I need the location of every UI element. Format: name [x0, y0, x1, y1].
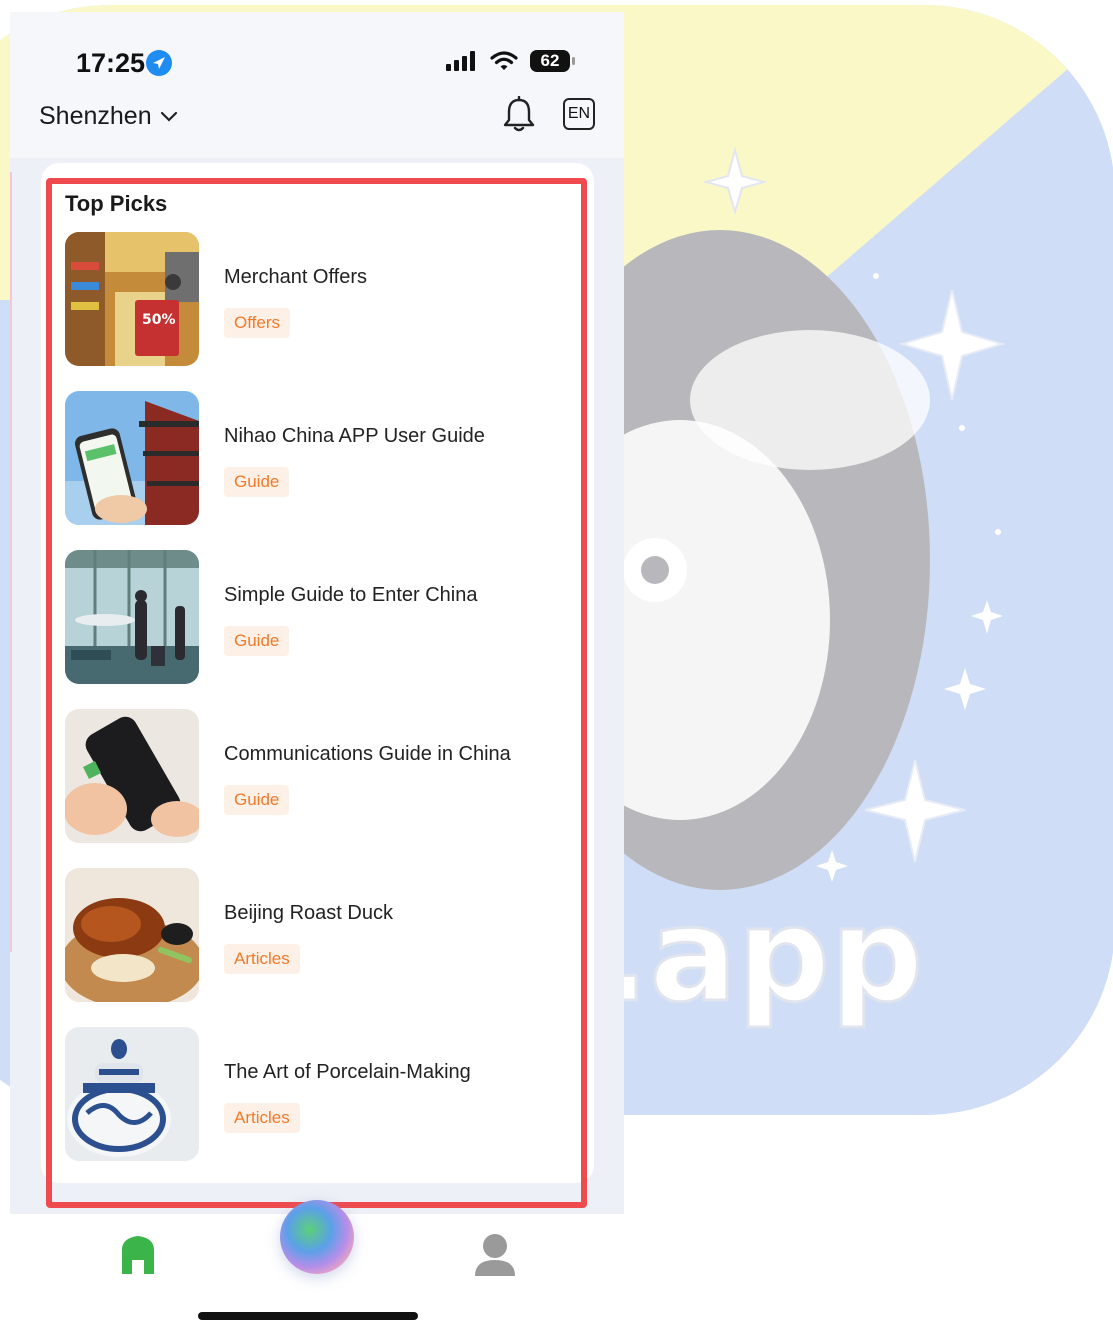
list-item[interactable]: Simple Guide to Enter China Guide — [65, 550, 585, 686]
top-picks-card: Top Picks 50% Merchant Offers Offers Nih… — [41, 163, 594, 1183]
list-item[interactable]: Nihao China APP User Guide Guide — [65, 391, 585, 527]
item-title: Simple Guide to Enter China — [224, 584, 478, 606]
battery-icon: 62 — [530, 50, 575, 72]
edge-divider — [10, 172, 12, 952]
status-bar: 17:25 62 — [10, 12, 624, 88]
thumbnail-roast-duck-image — [65, 868, 199, 1002]
section-title: Top Picks — [65, 191, 168, 216]
item-title: Communications Guide in China — [224, 743, 511, 765]
watermark-text: .app — [600, 879, 923, 1031]
ai-orb-icon[interactable] — [280, 1200, 354, 1274]
home-indicator[interactable] — [198, 1312, 418, 1320]
wifi-icon — [490, 51, 518, 70]
offer-badge-text: 50% — [142, 312, 176, 328]
list-item[interactable]: The Art of Porcelain-Making Articles — [65, 1027, 585, 1163]
item-tag: Offers — [224, 308, 290, 338]
thumbnail-porcelain-image — [65, 1027, 199, 1161]
item-title: The Art of Porcelain-Making — [224, 1061, 471, 1083]
city-selector[interactable]: Shenzhen — [39, 102, 178, 131]
status-indicators: 62 — [446, 50, 575, 72]
chevron-down-icon — [160, 111, 177, 122]
cellular-signal-icon — [446, 51, 475, 71]
item-title: Merchant Offers — [224, 266, 368, 288]
item-tag: Guide — [224, 785, 290, 815]
item-title: Beijing Roast Duck — [224, 902, 393, 924]
language-toggle-button[interactable]: EN — [563, 98, 595, 130]
item-tag: Articles — [224, 1103, 300, 1133]
item-title: Nihao China APP User Guide — [224, 425, 485, 447]
item-tag: Guide — [224, 467, 290, 497]
profile-icon[interactable] — [474, 1232, 516, 1278]
app-header: Shenzhen EN — [10, 88, 624, 158]
city-name: Shenzhen — [39, 102, 152, 130]
location-arrow-icon — [146, 50, 172, 76]
bell-icon[interactable] — [502, 96, 536, 134]
list-item[interactable]: Beijing Roast Duck Articles — [65, 868, 585, 1004]
home-icon[interactable] — [118, 1234, 158, 1276]
status-time: 17:25 — [76, 48, 146, 78]
thumbnail-airport-image — [65, 550, 199, 684]
main-content: Top Picks 50% Merchant Offers Offers Nih… — [10, 158, 624, 1214]
thumbnail-phone-sim-image — [65, 709, 199, 843]
list-item[interactable]: Communications Guide in China Guide — [65, 709, 585, 845]
thumbnail-app-guide-image — [65, 391, 199, 525]
phone-screen: 17:25 62 Shenzhen EN Top Picks 50% Merch… — [10, 12, 624, 1331]
item-tag: Guide — [224, 626, 290, 656]
item-tag: Articles — [224, 944, 300, 974]
list-item[interactable]: 50% Merchant Offers Offers — [65, 232, 585, 368]
thumbnail-store-image: 50% — [65, 232, 199, 366]
